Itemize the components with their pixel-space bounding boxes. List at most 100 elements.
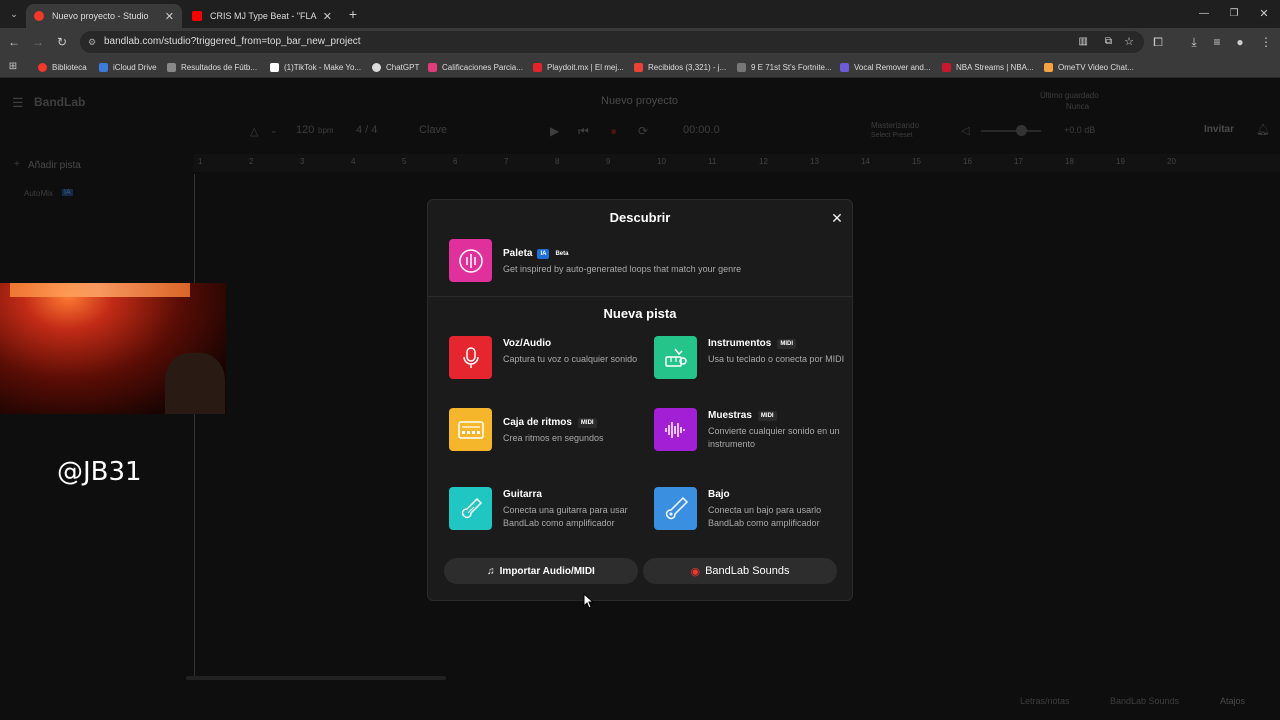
bandlab-sounds-button[interactable]: ◉ BandLab Sounds: [643, 558, 837, 584]
automix-label[interactable]: AutoMix: [24, 189, 53, 198]
automix-badge: IA: [62, 189, 73, 196]
bandlab-logo[interactable]: BandLab: [34, 95, 85, 109]
close-tab-icon[interactable]: ✕: [165, 10, 174, 23]
bookmark-playdoit[interactable]: Playdoit.mx | El mej...: [533, 60, 624, 74]
site-info-icon[interactable]: ⚙: [88, 31, 96, 53]
option-instrumentos[interactable]: Instrumentos MIDI Usa tu teclado o conect…: [654, 336, 854, 396]
volume-icon[interactable]: ◁: [961, 124, 969, 137]
bookmark-chatgpt[interactable]: ChatGPT: [372, 60, 419, 74]
tiktok-icon: [270, 62, 279, 72]
download-icon[interactable]: ⤓: [1184, 32, 1204, 52]
reload-icon[interactable]: ↻: [52, 32, 72, 52]
bookmark-ometv[interactable]: OmeTV Video Chat...: [1044, 60, 1134, 74]
back-icon[interactable]: ←: [4, 32, 24, 52]
ia-badge: IA: [537, 248, 550, 259]
time-signature[interactable]: 4 / 4: [356, 124, 377, 136]
media-control-icon[interactable]: ≡: [1207, 32, 1227, 52]
bookmark-biblioteca[interactable]: Biblioteca: [38, 60, 87, 74]
option-voz-audio[interactable]: Voz/Audio Captura tu voz o cualquier son…: [449, 336, 649, 396]
option-desc: Usa tu teclado o conecta por MIDI: [708, 354, 845, 364]
ruler-bar-number: 9: [606, 157, 611, 166]
mastering-label[interactable]: Masterizando: [871, 121, 919, 130]
volume-slider[interactable]: [981, 130, 1041, 132]
ruler-bar-number: 20: [1167, 157, 1176, 166]
option-name: Voz/Audio: [503, 338, 552, 349]
invite-button[interactable]: Invitar: [1204, 124, 1234, 135]
option-name: Instrumentos: [708, 338, 772, 349]
bandlab-sounds-footer-button[interactable]: BandLab Sounds: [1110, 696, 1179, 706]
bpm-value[interactable]: 120: [296, 124, 314, 136]
midi-badge: MIDI: [757, 410, 777, 421]
bookmark-label: Calificaciones Parcia...: [442, 62, 523, 72]
site-icon: [737, 62, 746, 72]
cast-icon[interactable]: ⧉: [1105, 31, 1112, 53]
lyrics-notes-button[interactable]: Letras/notas: [1020, 696, 1070, 706]
tab-nuevo-proyecto[interactable]: Nuevo proyecto - Studio ✕: [26, 4, 182, 28]
close-tab-icon[interactable]: ✕: [323, 10, 332, 23]
forward-icon[interactable]: →: [28, 32, 48, 52]
tab-search-icon[interactable]: ⌄: [4, 4, 24, 24]
metronome-icon[interactable]: △: [250, 125, 258, 138]
mastering-preset[interactable]: Select Preset: [871, 132, 913, 139]
rewind-icon[interactable]: ⏮: [578, 124, 589, 139]
loop-icon[interactable]: ⟳: [638, 124, 648, 138]
bookmark-gmail[interactable]: Recibidos (3,321) - j...: [634, 60, 726, 74]
playhead-line[interactable]: [194, 174, 195, 680]
url-input[interactable]: ⚙ bandlab.com/studio?triggered_from=top_…: [80, 31, 1144, 53]
bandlab-icon: [38, 62, 47, 72]
volume-db: +0.0 dB: [1064, 125, 1096, 135]
close-window-icon[interactable]: ✕: [1254, 4, 1274, 24]
drum-machine-icon: [449, 408, 492, 451]
play-icon[interactable]: ▶: [550, 124, 559, 138]
bookmark-nba[interactable]: NBA Streams | NBA...: [942, 60, 1034, 74]
plus-icon[interactable]: +: [14, 159, 20, 170]
volume-knob[interactable]: [1016, 125, 1027, 136]
tab-youtube[interactable]: CRIS MJ Type Beat - "FLAITE" ✕: [184, 4, 340, 28]
bookmark-calificaciones[interactable]: Calificaciones Parcia...: [428, 60, 523, 74]
close-modal-icon[interactable]: ✕: [828, 209, 846, 227]
hamburger-menu-icon[interactable]: ☰: [12, 95, 24, 111]
option-caja-de-ritmos[interactable]: Caja de ritmos MIDI Crea ritmos en segund…: [449, 408, 649, 468]
paleta-option[interactable]: Paleta IA Beta Get inspired by auto-genera…: [449, 239, 839, 299]
shortcuts-button[interactable]: Atajos: [1220, 696, 1245, 706]
last-saved-label: Último guardado: [1040, 91, 1099, 100]
section-title: Nueva pista: [603, 306, 677, 321]
reading-mode-icon[interactable]: ▥: [1079, 31, 1088, 53]
chevron-down-icon[interactable]: ⌄: [270, 125, 278, 136]
record-icon[interactable]: ●: [610, 124, 617, 138]
ruler-bar-number: 1: [198, 157, 203, 166]
menu-kebab-icon[interactable]: ⋮: [1256, 32, 1276, 52]
bookmark-vocal-remover[interactable]: Vocal Remover and...: [840, 60, 930, 74]
music-note-icon: ♫: [487, 565, 495, 577]
bookmark-star-icon[interactable]: ☆: [1124, 31, 1134, 53]
notification-bell-icon[interactable]: 🔔︎: [1256, 123, 1270, 136]
ruler-bar-number: 16: [963, 157, 972, 166]
ruler-bar-number: 8: [555, 157, 560, 166]
bookmark-label: Biblioteca: [52, 62, 87, 72]
bandlab-favicon-icon: [34, 11, 44, 21]
bookmark-tiktok[interactable]: (1)TikTok - Make Yo...: [270, 60, 361, 74]
bookmark-icloud[interactable]: iCloud Drive: [99, 60, 157, 74]
timeline-ruler[interactable]: 1 2 3 4 5 6 7 8 9 10 11 12 13 14 15 16 17 18 19 20: [194, 154, 1280, 172]
profile-avatar-icon[interactable]: ●: [1230, 32, 1250, 52]
bookmark-resultados[interactable]: Resultados de Fútb...: [167, 60, 257, 74]
browser-tab-bar: ⌄ Nuevo proyecto - Studio ✕ CRIS MJ Type…: [0, 0, 1280, 28]
ruler-bar-number: 17: [1014, 157, 1023, 166]
option-bajo[interactable]: Bajo Conecta un bajo para usarlo BandLab…: [654, 487, 854, 547]
midi-badge: MIDI: [777, 338, 797, 349]
microphone-icon: [449, 336, 492, 379]
chatgpt-icon: [372, 62, 381, 72]
extensions-icon[interactable]: ⧠: [1148, 32, 1168, 52]
project-title[interactable]: Nuevo proyecto: [601, 95, 678, 107]
key-button[interactable]: Clave: [419, 124, 447, 136]
import-audio-midi-button[interactable]: ♫ Importar Audio/MIDI: [444, 558, 638, 584]
horizontal-scrollbar[interactable]: [186, 676, 446, 680]
apps-grid-icon[interactable]: ⊞: [3, 57, 23, 77]
new-tab-icon[interactable]: +: [343, 4, 363, 24]
option-guitarra[interactable]: Guitarra Conecta una guitarra para usar …: [449, 487, 649, 547]
bookmark-fortnite[interactable]: 9 E 71st St's Fortnite...: [737, 60, 832, 74]
add-track-button[interactable]: Añadir pista: [28, 160, 81, 171]
restore-icon[interactable]: ❐: [1224, 4, 1244, 24]
option-muestras[interactable]: Muestras MIDI Convierte cualquier sonido …: [654, 408, 854, 468]
minimize-icon[interactable]: —: [1194, 4, 1214, 24]
